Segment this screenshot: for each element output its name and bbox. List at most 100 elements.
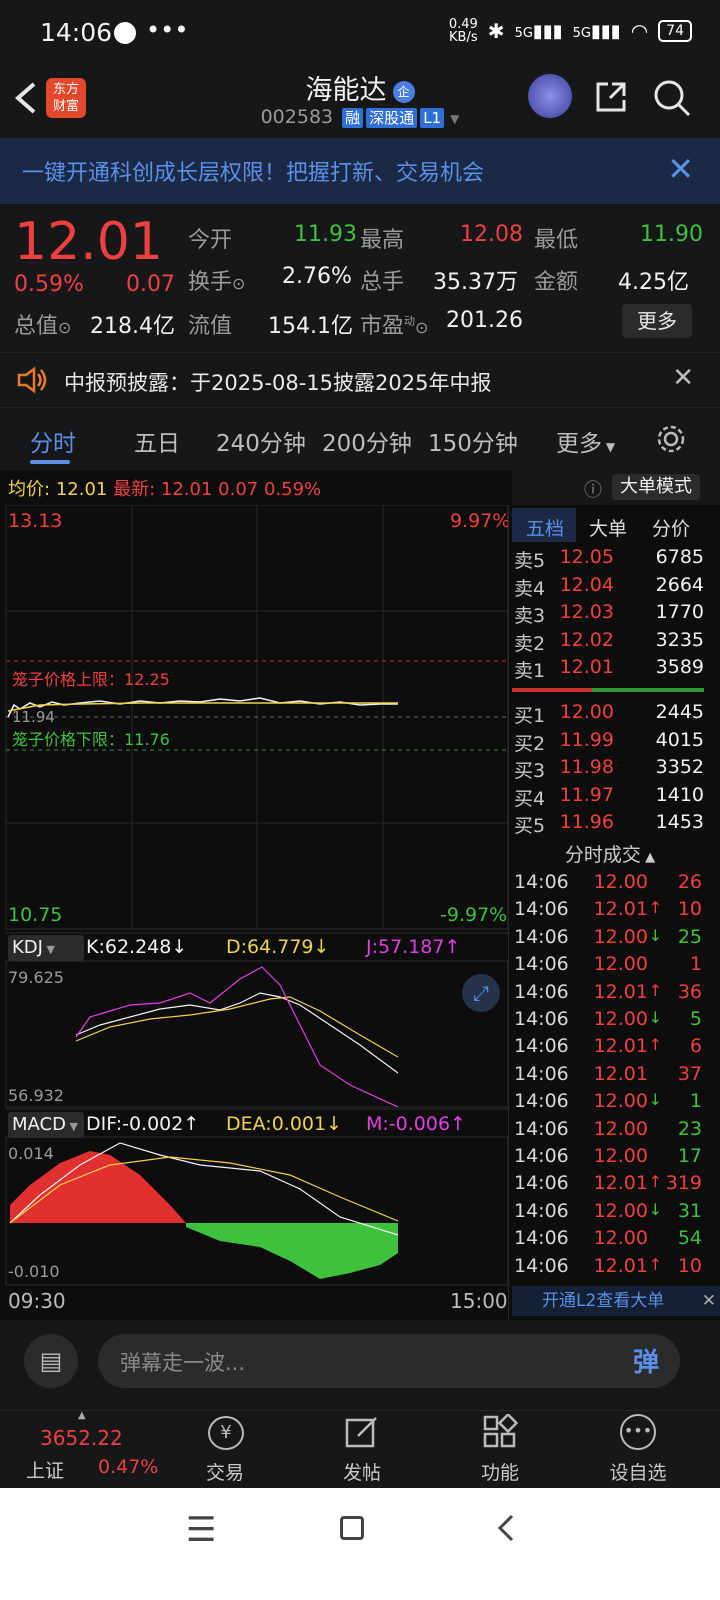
level-volume: 1410 — [655, 783, 704, 806]
macd-dea-value: DEA:0.001↓ — [226, 1113, 343, 1135]
ask-row[interactable]: 卖1 12.01 3589 — [512, 656, 708, 683]
tab-price-distribution[interactable]: 分价 — [652, 514, 690, 541]
functions-icon[interactable] — [482, 1414, 518, 1450]
level-volume: 6785 — [655, 546, 704, 568]
tab-more[interactable]: 更多 ▼ — [556, 424, 615, 458]
bid-row[interactable]: 买2 11.99 4015 — [512, 729, 708, 756]
status-time: 14:06 — [40, 18, 113, 47]
ask-row[interactable]: 卖3 12.03 1770 — [512, 601, 708, 628]
close-icon[interactable]: ✕ — [672, 363, 694, 393]
promo-text[interactable]: 一键开通科创成长层权限！把握打新、交易机会 — [22, 155, 484, 187]
badge-margin: 融 — [342, 108, 364, 128]
mcap-label[interactable]: 总值⊙ — [14, 308, 71, 340]
pe-label[interactable]: 市盈动⊙ — [360, 308, 428, 340]
trade-time: 14:06 — [514, 1199, 569, 1222]
info-icon[interactable]: ⊙ — [232, 274, 245, 293]
search-icon[interactable] — [652, 78, 692, 118]
trade-time: 14:06 — [514, 1117, 569, 1140]
ask-row[interactable]: 卖5 12.05 6785 — [512, 546, 708, 573]
macd-selector[interactable]: MACD ▼ — [8, 1112, 84, 1138]
assistant-robot-icon[interactable] — [528, 74, 572, 118]
back-nav-icon[interactable] — [494, 1512, 518, 1544]
l2-upgrade-link[interactable]: 开通L2查看大单 ✕ — [512, 1286, 720, 1316]
comment-input[interactable]: 弹幕走一波... 弹 — [98, 1334, 680, 1388]
kdj-selector[interactable]: KDJ ▼ — [8, 935, 84, 961]
trade-icon[interactable]: ¥ — [208, 1416, 244, 1450]
add-watchlist-icon[interactable]: ••• — [620, 1414, 656, 1450]
index-pct[interactable]: 0.47% — [98, 1456, 158, 1478]
chart-bottom-price: 10.75 — [8, 904, 63, 926]
notice-text[interactable]: 中报预披露：于2025-08-15披露2025年中报 — [64, 367, 491, 397]
tab-five-day[interactable]: 五日 — [134, 424, 180, 458]
level-label: 买4 — [514, 787, 546, 810]
tab-240min[interactable]: 240分钟 — [216, 424, 306, 458]
index-name[interactable]: 上证 — [26, 1456, 64, 1483]
trade-row: 14:06 12.01 37 — [512, 1063, 708, 1090]
help-icon[interactable]: ⓘ — [584, 476, 602, 502]
trade-price: 12.00 — [593, 1145, 648, 1167]
trades-title[interactable]: 分时成交 ▲ — [512, 840, 708, 867]
badge-level: L1 — [420, 108, 445, 128]
close-icon[interactable]: ✕ — [667, 150, 694, 188]
expand-icon[interactable]: ⤢ — [462, 974, 500, 1012]
bid-row[interactable]: 买1 12.00 2445 — [512, 701, 708, 728]
tab-five-level[interactable]: 五档 — [526, 514, 564, 541]
nav-post[interactable]: 发帖 — [317, 1458, 407, 1485]
dropdown-icon[interactable]: ▼ — [450, 112, 459, 126]
high-value: 12.08 — [460, 222, 523, 247]
post-icon[interactable] — [344, 1414, 380, 1450]
ask-row[interactable]: 卖4 12.04 2664 — [512, 574, 708, 601]
promo-banner[interactable]: 一键开通科创成长层权限！把握打新、交易机会 ✕ — [0, 138, 720, 204]
index-value[interactable]: 3652.22 — [40, 1426, 123, 1450]
share-icon[interactable] — [594, 80, 630, 114]
ask-row[interactable]: 卖2 12.02 3235 — [512, 629, 708, 656]
tab-200min[interactable]: 200分钟 — [322, 424, 412, 458]
level-volume: 1770 — [655, 601, 704, 623]
level-volume: 1453 — [655, 811, 704, 833]
big-order-mode-button[interactable]: 大单模式 — [612, 474, 700, 500]
bid-row[interactable]: 买5 11.96 1453 — [512, 811, 708, 838]
bid-row[interactable]: 买3 11.98 3352 — [512, 756, 708, 783]
tab-intraday[interactable]: 分时 — [30, 424, 76, 458]
kdj-top-value: 79.625 — [8, 968, 64, 987]
float-label: 流值 — [188, 314, 233, 339]
home-icon[interactable] — [340, 1516, 364, 1540]
wifi-icon: ◠ — [630, 19, 649, 43]
trade-price: 12.00 — [593, 1117, 648, 1140]
trade-volume: 31 — [677, 1199, 702, 1222]
nav-trade[interactable]: 交易 — [180, 1458, 270, 1485]
notice-bar[interactable]: 中报预披露：于2025-08-15披露2025年中报 ✕ — [0, 352, 720, 408]
level-label: 卖1 — [514, 660, 546, 682]
kdj-j-line — [75, 966, 399, 1108]
tab-big-order[interactable]: 大单 — [589, 514, 627, 541]
nav-functions[interactable]: 功能 — [455, 1458, 545, 1485]
nav-add-watchlist[interactable]: 设自选 — [593, 1458, 683, 1485]
more-button[interactable]: 更多 — [622, 304, 692, 338]
level-label: 买5 — [514, 815, 546, 837]
comment-placeholder: 弹幕走一波... — [120, 1351, 246, 1375]
tab-150min[interactable]: 150分钟 — [428, 424, 518, 458]
bluetooth-icon: ✱ — [487, 19, 505, 43]
tab-indicator — [30, 460, 70, 464]
close-icon[interactable]: ✕ — [702, 1286, 716, 1316]
settings-icon[interactable] — [656, 424, 686, 454]
danmaku-toggle-icon[interactable]: 弹 — [626, 1342, 666, 1380]
low-label: 最低 — [534, 228, 579, 253]
chart-svg — [5, 505, 509, 1286]
kdj-bottom-value: 56.932 — [8, 1086, 64, 1105]
trade-price: 12.00 — [593, 1008, 648, 1030]
turnover-label[interactable]: 换手⊙ — [188, 264, 245, 296]
level-price: 12.03 — [559, 601, 614, 623]
speaker-icon — [17, 366, 47, 394]
trade-price: 12.00 — [593, 953, 648, 976]
trade-price: 12.00 — [593, 1090, 648, 1113]
bid-row[interactable]: 买4 11.97 1410 — [512, 784, 708, 811]
menu-icon[interactable]: ☰ — [186, 1510, 216, 1550]
info-icon[interactable]: ⊙ — [58, 318, 71, 337]
trade-row: 14:06 12.00 ↓ 5 — [512, 1008, 708, 1035]
danmaku-settings-icon[interactable]: ▤ — [24, 1334, 78, 1388]
kdj-j-value: J:57.187↑ — [366, 936, 461, 958]
info-icon[interactable]: ⊙ — [415, 318, 428, 337]
avg-price-line — [7, 702, 398, 712]
level-label: 买1 — [514, 705, 546, 727]
